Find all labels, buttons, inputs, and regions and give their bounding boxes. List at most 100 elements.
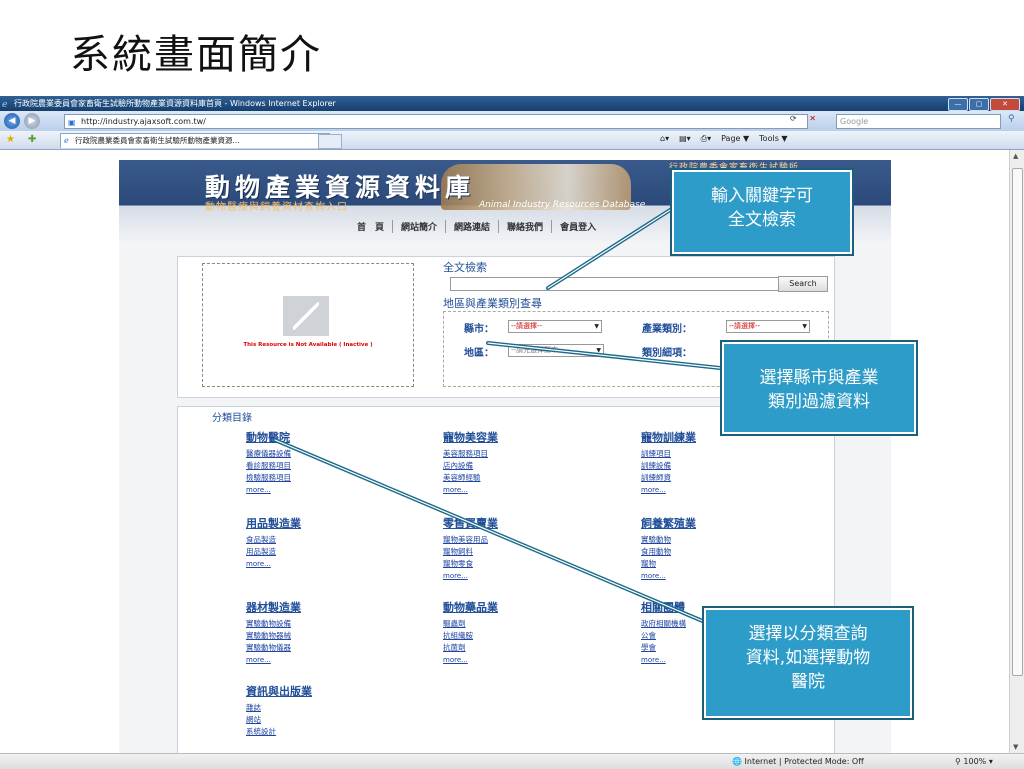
feeds-icon[interactable]: ▤▾ (679, 134, 691, 144)
industry-label: 產業類別： (642, 324, 692, 335)
category-link[interactable]: 實驗動物設備 (246, 618, 301, 630)
more-link[interactable]: more... (246, 654, 301, 666)
category-link[interactable]: 訓練設備 (641, 460, 696, 472)
search-input[interactable]: Google (836, 114, 1001, 129)
url-input[interactable]: ▣ http://industry.ajaxsoft.com.tw/ (64, 114, 808, 129)
category-link[interactable]: 檢驗服務項目 (246, 472, 291, 484)
category-link[interactable]: 公會 (641, 630, 686, 642)
category-head[interactable]: 動物藥品業 (443, 599, 498, 615)
more-link[interactable]: more... (641, 570, 696, 582)
category-link[interactable]: 寵物飼料 (443, 546, 498, 558)
category-link[interactable]: 抗組織胺 (443, 630, 498, 642)
search-icon[interactable]: ⚲ (1008, 114, 1015, 124)
search-button[interactable]: Search (778, 276, 828, 292)
fulltext-input[interactable] (450, 277, 780, 291)
more-link[interactable]: more... (246, 484, 291, 496)
more-link[interactable]: more... (443, 570, 498, 582)
stop-icon[interactable]: ✕ (809, 114, 816, 123)
category-link[interactable]: 實驗動物 (641, 534, 696, 546)
category-head[interactable]: 相關團體 (641, 599, 686, 615)
scroll-up-icon[interactable]: ▲ (1013, 152, 1018, 160)
address-tools: ⟳ ✕ (790, 114, 816, 123)
nav-contact[interactable]: 聯絡我們 (499, 220, 553, 233)
category-head[interactable]: 飼養繁殖業 (641, 515, 696, 531)
page-menu[interactable]: Page ▼ (721, 134, 749, 144)
more-link[interactable]: more... (641, 484, 696, 496)
category-link[interactable]: 學會 (641, 642, 686, 654)
category-link[interactable]: 政府相關機構 (641, 618, 686, 630)
site-subtitle: 動物醫療與飼養資材查詢入口 (205, 202, 348, 213)
print-icon[interactable]: ⎙▾ (701, 134, 711, 144)
refresh-icon[interactable]: ⟳ (790, 114, 797, 123)
more-link[interactable]: more... (443, 654, 498, 666)
vertical-scrollbar[interactable]: ▲ ▼ (1009, 150, 1024, 753)
category-head[interactable]: 用品製造業 (246, 515, 301, 531)
new-tab-button[interactable] (318, 134, 342, 149)
more-link[interactable]: more... (246, 558, 301, 570)
category-link[interactable]: 實驗動物器械 (246, 630, 301, 642)
category-column: 飼養繁殖業 實驗動物 食用動物 寵物 more... (641, 515, 696, 582)
add-favorites-icon[interactable]: ✚ (28, 134, 36, 145)
minimize-button[interactable]: — (948, 98, 968, 111)
category-column: 器材製造業 實驗動物設備 實驗動物器械 實驗動物儀器 more... (246, 599, 301, 666)
home-icon[interactable]: ⌂▾ (660, 134, 669, 144)
site-banner-text: Animal Industry Resources Database (479, 200, 646, 210)
tools-menu[interactable]: Tools ▼ (759, 134, 787, 144)
scroll-down-icon[interactable]: ▼ (1013, 743, 1018, 751)
category-link[interactable]: 寵物零食 (443, 558, 498, 570)
category-link[interactable]: 系統設計 (246, 726, 312, 738)
nav-about[interactable]: 網站簡介 (393, 220, 447, 233)
category-head[interactable]: 資訊與出版業 (246, 683, 312, 699)
category-link[interactable]: 實驗動物儀器 (246, 642, 301, 654)
category-head[interactable]: 動物醫院 (246, 429, 291, 445)
category-head[interactable]: 零售買賣業 (443, 515, 498, 531)
category-link[interactable]: 醫療儀器設備 (246, 448, 291, 460)
category-link[interactable]: 美容師經驗 (443, 472, 498, 484)
maximize-button[interactable]: ▢ (969, 98, 989, 111)
category-link[interactable]: 訓練師資 (641, 472, 696, 484)
category-column: 寵物訓練業 訓練項目 訓練設備 訓練師資 more... (641, 429, 696, 496)
zoom-value: 100% (963, 757, 987, 766)
category-column: 動物藥品業 驅蟲劑 抗組織胺 抗菌劑 more... (443, 599, 498, 666)
category-link[interactable]: 驅蟲劑 (443, 618, 498, 630)
tab-label: 行政院農業委員會家畜衛生試驗所動物產業資源... (75, 136, 240, 145)
zoom-control[interactable]: ⚲ 100% ▾ (955, 754, 993, 769)
favorites-star-icon[interactable]: ★ (6, 134, 15, 145)
nav-home[interactable]: 首 頁 (349, 220, 394, 233)
nav-links[interactable]: 網路連結 (446, 220, 500, 233)
category-column: 零售買賣業 寵物美容用品 寵物飼料 寵物零食 more... (443, 515, 498, 582)
industry-select[interactable]: --請選擇-- (726, 320, 810, 333)
county-select[interactable]: --請選擇-- (508, 320, 602, 333)
command-bar: ⌂▾ ▤▾ ⎙▾ Page ▼ Tools ▼ (660, 134, 788, 144)
forward-icon[interactable]: ▶ (24, 113, 40, 129)
nav-login[interactable]: 會員登入 (552, 220, 604, 233)
category-link[interactable]: 店內設備 (443, 460, 498, 472)
category-link[interactable]: 食用動物 (641, 546, 696, 558)
ie-icon: ℯ (2, 100, 8, 110)
category-link[interactable]: 雜誌 (246, 702, 312, 714)
category-column: 用品製造業 食品製造 用品製造 more... (246, 515, 301, 570)
more-link[interactable]: more... (443, 484, 498, 496)
category-link[interactable]: 看診服務項目 (246, 460, 291, 472)
category-head[interactable]: 寵物訓練業 (641, 429, 696, 445)
category-head[interactable]: 寵物美容業 (443, 429, 498, 445)
category-link[interactable]: 寵物美容用品 (443, 534, 498, 546)
category-link[interactable]: 寵物 (641, 558, 696, 570)
site-nav: 首 頁 網站簡介 網路連結 聯絡我們 會員登入 (349, 220, 604, 233)
scroll-thumb[interactable] (1012, 168, 1023, 676)
category-link[interactable]: 訓練項目 (641, 448, 696, 460)
close-button[interactable]: ✕ (990, 98, 1020, 111)
ie-tab-icon: ℯ (64, 136, 69, 145)
more-link[interactable]: more... (641, 654, 686, 666)
category-link[interactable]: 網站 (246, 714, 312, 726)
category-link[interactable]: 美容服務項目 (443, 448, 498, 460)
category-link[interactable]: 食品製造 (246, 534, 301, 546)
back-icon[interactable]: ◀ (4, 113, 20, 129)
area-select[interactable]: --請先選擇縣市-- (508, 344, 604, 357)
callout-category: 選擇以分類查詢 資料,如選擇動物 醫院 (702, 606, 914, 720)
category-link[interactable]: 抗菌劑 (443, 642, 498, 654)
county-label: 縣市： (464, 324, 494, 335)
category-link[interactable]: 用品製造 (246, 546, 301, 558)
category-head[interactable]: 器材製造業 (246, 599, 301, 615)
tab-home[interactable]: ℯ 行政院農業委員會家畜衛生試驗所動物產業資源... (60, 133, 330, 148)
